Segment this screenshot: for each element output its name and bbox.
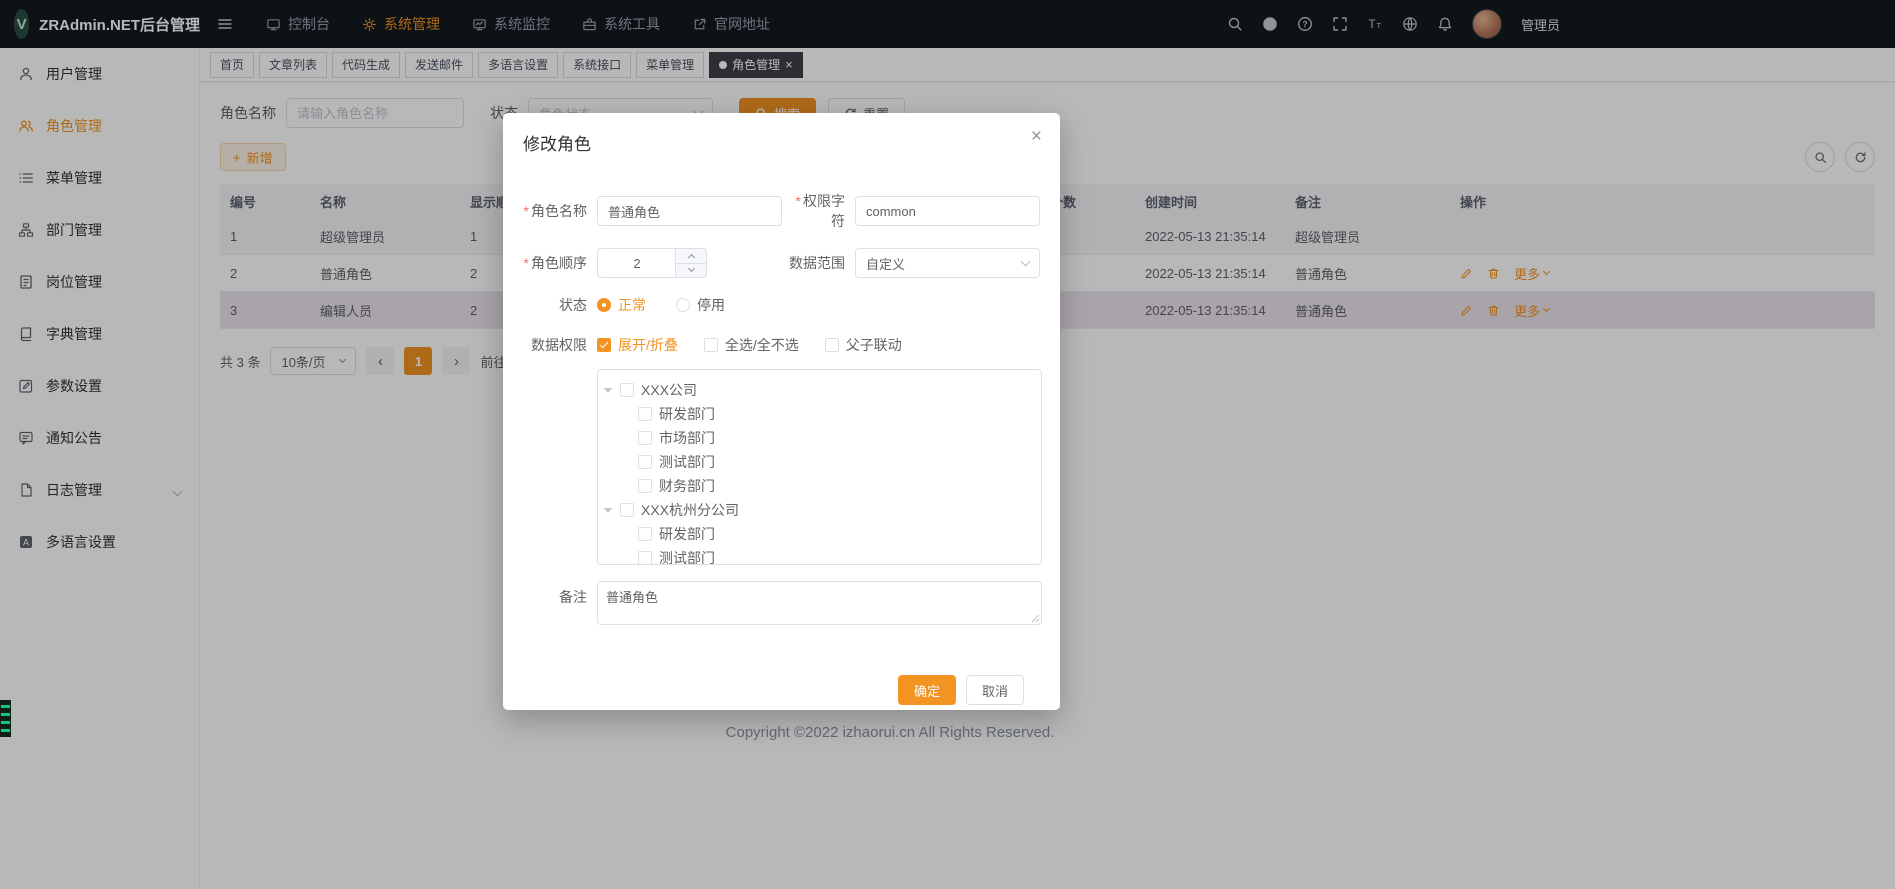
status-radio-group: 正常 停用: [597, 295, 725, 315]
form-row: *角色名称 *权限字符: [503, 191, 1042, 231]
perf-bar: [1, 721, 10, 724]
status-normal-radio[interactable]: 正常: [597, 295, 646, 315]
tree-node-root[interactable]: XXX杭州分公司: [598, 498, 1041, 522]
edit-role-dialog: 修改角色 × *角色名称 *权限字符 *角色顺序 数据范围: [503, 113, 1060, 710]
perf-stats-widget[interactable]: [0, 700, 11, 737]
role-name-input[interactable]: [597, 196, 782, 226]
tree-node-label: XXX杭州分公司: [641, 500, 739, 520]
radio-checked-icon: [597, 298, 611, 312]
data-perm-label: 数据权限: [503, 335, 597, 355]
perf-bar: [1, 713, 10, 716]
tree-node-label: 财务部门: [659, 476, 715, 496]
chevron-up-icon: [687, 254, 694, 261]
select-all-checkbox[interactable]: 全选/全不选: [704, 335, 799, 355]
dialog-title: 修改角色: [523, 130, 1040, 155]
checkbox-label: 展开/折叠: [618, 335, 678, 355]
role-order-input[interactable]: [598, 249, 676, 277]
radio-label: 正常: [618, 295, 646, 315]
tree-node-label: XXX公司: [641, 380, 697, 400]
cancel-button[interactable]: 取消: [966, 675, 1024, 705]
expand-collapse-checkbox[interactable]: 展开/折叠: [597, 335, 678, 355]
chevron-down-icon: [687, 265, 694, 272]
decrease-button[interactable]: [676, 264, 706, 278]
remark-textarea[interactable]: 普通角色: [597, 581, 1042, 625]
required-asterisk: *: [796, 193, 801, 209]
stepper-controls: [675, 249, 706, 277]
remark-field: 普通角色: [597, 581, 1042, 625]
status-label: 状态: [503, 295, 597, 315]
role-order-label: *角色顺序: [503, 253, 597, 273]
close-icon[interactable]: ×: [1031, 127, 1042, 146]
tree-node-root[interactable]: XXX公司: [598, 378, 1041, 402]
dialog-body: *角色名称 *权限字符 *角色顺序 数据范围 自定义: [503, 155, 1060, 705]
caret-down-icon[interactable]: [604, 388, 612, 393]
tree-node-label: 研发部门: [659, 524, 715, 544]
caret-down-icon[interactable]: [604, 508, 612, 513]
data-scope-value: 自定义: [866, 254, 905, 273]
increase-button[interactable]: [676, 249, 706, 264]
tree-node-label: 测试部门: [659, 452, 715, 472]
tree-node-checkbox[interactable]: [620, 503, 634, 517]
form-row: 数据权限 展开/折叠 全选/全不选 父子联动: [503, 335, 1042, 355]
parent-child-link-checkbox[interactable]: 父子联动: [825, 335, 902, 355]
tree-node-child[interactable]: 研发部门: [598, 402, 1041, 426]
checkbox-label: 全选/全不选: [725, 335, 799, 355]
tree-node-child[interactable]: 测试部门: [598, 450, 1041, 474]
app-screen: V ZRAdmin.NET后台管理 控制台 系统管理 系统监控 系统工具: [0, 0, 1895, 889]
tree-node-checkbox[interactable]: [620, 383, 634, 397]
checkbox-checked-icon: [597, 338, 611, 352]
tree-node-label: 测试部门: [659, 548, 715, 565]
dept-permission-tree: XXX公司 研发部门 市场部门 测试部门 财务部门: [597, 369, 1042, 565]
cancel-button-label: 取消: [982, 681, 1008, 700]
tree-node-child[interactable]: 测试部门: [598, 546, 1041, 565]
form-row: *角色顺序 数据范围 自定义: [503, 248, 1042, 278]
chevron-down-icon: [1021, 256, 1031, 266]
remark-label: 备注: [503, 581, 597, 607]
perm-char-label: *权限字符: [782, 191, 855, 231]
checkbox-icon: [825, 338, 839, 352]
data-scope-select[interactable]: 自定义: [855, 248, 1040, 278]
form-row: 状态 正常 停用: [503, 295, 1042, 315]
checkbox-icon: [704, 338, 718, 352]
tree-node-label: 市场部门: [659, 428, 715, 448]
tree-node-child[interactable]: 研发部门: [598, 522, 1041, 546]
role-order-stepper[interactable]: [597, 248, 707, 278]
perf-bar: [1, 729, 10, 732]
confirm-button-label: 确定: [914, 681, 940, 700]
required-asterisk: *: [524, 255, 529, 271]
tree-node-child[interactable]: 市场部门: [598, 426, 1041, 450]
radio-icon: [676, 298, 690, 312]
tree-node-checkbox[interactable]: [638, 551, 652, 565]
tree-node-checkbox[interactable]: [638, 407, 652, 421]
data-scope-label: 数据范围: [707, 253, 855, 273]
tree-node-checkbox[interactable]: [638, 455, 652, 469]
dialog-header: 修改角色 ×: [503, 113, 1060, 155]
checkbox-label: 父子联动: [846, 335, 902, 355]
tree-node-child[interactable]: 财务部门: [598, 474, 1041, 498]
perf-bar: [1, 705, 10, 708]
tree-node-checkbox[interactable]: [638, 527, 652, 541]
dialog-footer: 确定 取消: [503, 675, 1042, 705]
status-disabled-radio[interactable]: 停用: [676, 295, 725, 315]
required-asterisk: *: [524, 203, 529, 219]
role-name-label: *角色名称: [503, 201, 597, 221]
confirm-button[interactable]: 确定: [898, 675, 956, 705]
form-row: 备注 普通角色: [503, 581, 1042, 625]
tree-option-checkboxes: 展开/折叠 全选/全不选 父子联动: [597, 335, 902, 355]
radio-label: 停用: [697, 295, 725, 315]
perm-char-input[interactable]: [855, 196, 1040, 226]
tree-node-label: 研发部门: [659, 404, 715, 424]
tree-node-checkbox[interactable]: [638, 479, 652, 493]
tree-node-checkbox[interactable]: [638, 431, 652, 445]
